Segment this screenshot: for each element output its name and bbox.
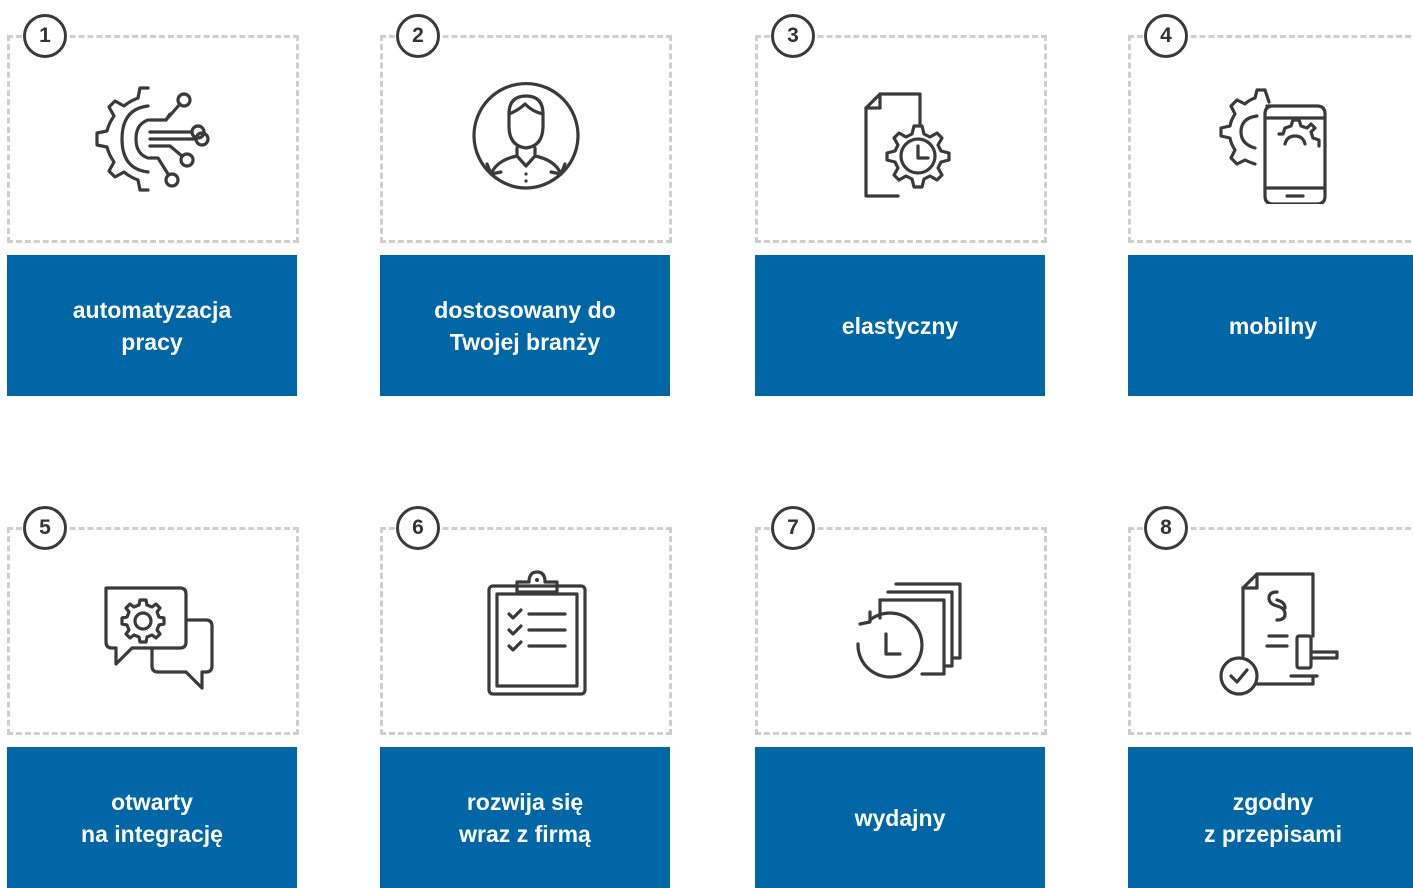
feature-card-1: 1 automatyzacja pracy [7,0,299,396]
feature-label: mobilny [1228,312,1318,339]
feature-card-6: 6 rozwija się wraz z firmą [380,492,672,888]
feature-label: elastyczny [841,312,959,339]
feature-card-4: 4 mobilny [1128,0,1413,396]
feature-label: otwarty na integrację [81,788,223,847]
law-document-gavel-icon [1219,572,1339,696]
feature-label: automatyzacja pracy [72,296,232,355]
feature-card-3: 3 elastyczny [755,0,1047,396]
person-cycle-icon [472,81,580,190]
feature-label-box: zgodny z przepisami [1128,747,1413,888]
documents-history-icon [856,582,962,679]
feature-label-box: wydajny [755,747,1045,888]
feature-card-5: 5 otwarty na integrację [7,492,299,888]
feature-label: rozwija się wraz z firmą [459,788,591,847]
document-gear-clock-icon [864,92,951,198]
feature-label-box: elastyczny [755,255,1045,396]
feature-label: dostosowany do Twojej branży [434,296,616,355]
gear-circuit-icon [95,86,210,192]
feature-label-box: automatyzacja pracy [7,255,297,396]
chat-gear-icon [104,586,214,690]
feature-label: zgodny z przepisami [1203,788,1343,847]
clipboard-checklist-icon [487,570,587,696]
feature-card-8: 8 zgodny z przepisami [1128,492,1413,888]
feature-label-box: rozwija się wraz z firmą [380,747,670,888]
feature-label: wydajny [854,804,946,831]
feature-label-box: dostosowany do Twojej branży [380,255,670,396]
gear-smartphone-icon [1219,88,1327,204]
feature-label-box: otwarty na integrację [7,747,297,888]
feature-card-2: 2 dostosowany do Twojej branży [380,0,672,396]
feature-card-7: 7 wydajny [755,492,1047,888]
feature-label-box: mobilny [1128,255,1413,396]
